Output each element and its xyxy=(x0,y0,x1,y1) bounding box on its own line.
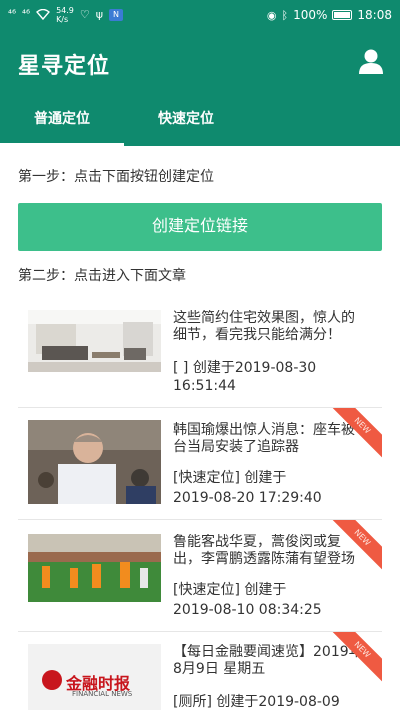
logo-subtext: FINANCIAL NEWS xyxy=(72,690,133,698)
article-thumbnail xyxy=(28,534,161,602)
clock: 18:08 xyxy=(357,8,392,22)
article-thumbnail xyxy=(28,420,161,504)
article-time: 16:51:44 xyxy=(173,378,236,394)
active-tab-indicator xyxy=(0,143,124,146)
heart-rate-icon: ♡ xyxy=(79,8,90,21)
battery-percent: 100% xyxy=(293,8,328,22)
app-title: 星寻定位 xyxy=(18,54,111,79)
eye-icon: ◉ xyxy=(266,8,277,22)
battery-icon xyxy=(332,10,353,20)
app-notification-icon: N xyxy=(109,9,124,21)
signal-icon: ⁴⁶ xyxy=(8,9,17,20)
article-meta: [厕所] 创建于2019-08-09 xyxy=(173,694,340,710)
signal-icon-2: ⁴⁶ xyxy=(22,9,31,20)
article-title: 这些简约住宅效果图，惊人的细节，看完我只能给满分！ xyxy=(173,310,355,343)
wifi-icon xyxy=(36,8,51,22)
tab-bar: 普通定位 快速定位 xyxy=(0,92,400,146)
article-item[interactable]: 韩国瑜爆出惊人消息：座车被台当局安装了追踪器 [快速定位] 创建于 2019-0… xyxy=(18,408,382,520)
financial-news-logo-icon xyxy=(42,670,62,690)
step-two-text: 第二步：点击进入下面文章 xyxy=(18,268,186,284)
user-icon xyxy=(359,49,383,74)
article-meta: [快速定位] 创建于 xyxy=(173,470,287,486)
user-profile-button[interactable] xyxy=(356,46,386,76)
article-time: 2019-08-20 17:29:40 xyxy=(173,490,322,506)
article-item[interactable]: 鲁能客战华夏，蒿俊闵或复出，李霄鹏透露陈蒲有望登场 [快速定位] 创建于 201… xyxy=(18,520,382,632)
article-title: 【每日金融要闻速览】2019年8月9日 星期五 xyxy=(173,644,363,677)
article-thumbnail xyxy=(28,310,161,372)
article-meta: [快速定位] 创建于 xyxy=(173,582,287,598)
network-speed: 54.9 K/s xyxy=(56,6,74,24)
article-meta: [ ] 创建于2019-08-30 xyxy=(173,360,317,376)
status-bar: ⁴⁶ ⁴⁶ 54.9 K/s ♡ ψ N ◉ ᛒ 100% 18:08 xyxy=(0,0,400,32)
create-location-link-button[interactable]: 创建定位链接 xyxy=(18,203,382,251)
article-title: 韩国瑜爆出惊人消息：座车被台当局安装了追踪器 xyxy=(173,422,355,455)
step-one-text: 第一步：点击下面按钮创建定位 xyxy=(18,169,214,185)
article-time: 2019-08-10 08:34:25 xyxy=(173,602,322,618)
tab-normal-location[interactable]: 普通定位 xyxy=(0,92,124,146)
article-item[interactable]: 金融时报 FINANCIAL NEWS 【每日金融要闻速览】2019年8月9日 … xyxy=(18,632,382,711)
bluetooth-icon: ᛒ xyxy=(281,8,289,22)
usb-icon: ψ xyxy=(95,8,104,21)
app-bar: 星寻定位 xyxy=(0,32,400,92)
article-title: 鲁能客战华夏，蒿俊闵或复出，李霄鹏透露陈蒲有望登场 xyxy=(173,534,355,567)
article-thumbnail: 金融时报 FINANCIAL NEWS xyxy=(28,644,161,710)
tab-quick-location[interactable]: 快速定位 xyxy=(124,92,248,146)
article-item[interactable]: 这些简约住宅效果图，惊人的细节，看完我只能给满分！ [ ] 创建于2019-08… xyxy=(18,296,382,408)
